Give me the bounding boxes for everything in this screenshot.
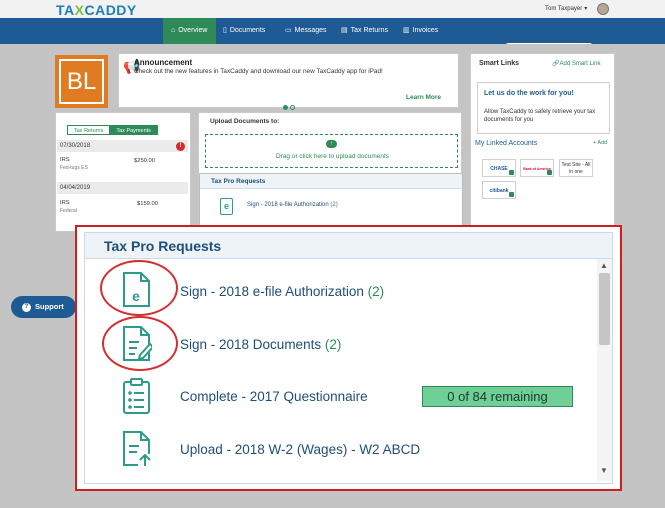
payments-tabs: Tax Returns Tax Payments [67,119,158,137]
efile-document-icon: e [220,198,233,215]
chevron-down-icon: ▾ [584,6,588,12]
scroll-down-icon[interactable]: ▼ [600,466,608,475]
message-icon: ▭ [285,27,292,34]
upload-title: Upload Documents to: [210,118,280,125]
nav-item-overview[interactable]: ⌂ Overview [163,18,216,44]
remaining-badge: 0 of 84 remaining [422,386,573,407]
avatar[interactable] [597,3,609,15]
linked-accounts-title: My Linked Accounts [475,140,538,147]
tax-returns-icon: ▤ [341,27,348,34]
payment-payee-1: IRS [60,157,70,163]
bank-chase[interactable]: CHASE [482,159,516,177]
mini-requests-title: Tax Pro Requests [200,174,462,189]
mini-request-item[interactable]: Sign - 2018 e-file Authorization (2) [247,202,338,208]
request-item-upload-w2[interactable]: Upload - 2018 W-2 (Wages) - W2 ABCD [180,442,420,457]
scrollbar-thumb[interactable] [599,273,610,345]
app-window: TAXCADDY Tom Taxpayer ▾ ⌂ Overview ▯ Docume… [0,0,665,508]
support-button[interactable]: ? Support [11,296,76,318]
check-icon [547,170,552,175]
tab-tax-payments[interactable]: Tax Payments [109,125,158,135]
bank-test-site[interactable]: Test Site - All in one [559,159,593,177]
payment-date-1: 07/30/2018 [57,140,188,152]
alert-icon: ! [176,142,185,151]
carousel-dot-active[interactable] [283,105,288,110]
invoice-icon: ▥ [403,27,410,34]
add-linked-account-button[interactable]: + Add [593,140,607,146]
smart-links-title: Smart Links [479,60,520,67]
payment-detail-1: Fed-tugs ES [60,165,88,171]
smart-link-promo-text: Allow TaxCaddy to safely retrieve your t… [484,109,596,123]
cloud-upload-icon: ↑ [326,140,337,148]
tab-tax-returns[interactable]: Tax Returns [67,125,111,135]
request-item-efile[interactable]: Sign - 2018 e-file Authorization (2) [180,284,384,299]
check-icon [509,170,514,175]
payment-amount-2: $159.00 [137,201,158,207]
announcement-text: Check out the new features in TaxCaddy a… [134,68,383,75]
upload-document-icon [123,431,152,467]
scroll-up-icon[interactable]: ▲ [600,261,608,270]
payment-amount-1: $250.00 [134,158,155,164]
firm-logo: BL [55,55,108,108]
bank-citibank[interactable]: citibank [482,181,516,199]
request-item-questionnaire[interactable]: Complete - 2017 Questionnaire [180,389,368,404]
questionnaire-clipboard-icon [123,378,150,414]
bank-of-america[interactable]: Bank of America [520,159,554,177]
payment-date-2: 04/04/2019 [57,182,188,194]
payment-detail-2: Federal [60,208,77,214]
nav-item-messages[interactable]: ▭ Messages [285,18,327,44]
taxcaddy-logo[interactable]: TAXCADDY [56,2,137,18]
upload-dropzone-text: Drag or click here to upload documents [275,153,390,160]
nav-item-tax-returns[interactable]: ▤ Tax Returns [341,18,388,44]
main-nav: ⌂ Overview ▯ Documents ▭ Messages ▤ Tax Retu… [0,18,665,55]
payment-payee-2: IRS [60,200,70,206]
announcement-title: Announcement [134,58,193,67]
nav-item-documents[interactable]: ▯ Documents [223,18,265,44]
highlight-circle [102,316,178,371]
tax-pro-requests-title: Tax Pro Requests [84,232,613,259]
question-icon: ? [22,303,31,312]
user-name: Tom Taxpayer [545,6,583,12]
top-bar: TAXCADDY Tom Taxpayer ▾ [0,0,665,18]
firm-initials: BL [59,59,104,104]
user-menu[interactable]: Tom Taxpayer ▾ [545,5,587,12]
add-smart-link-button[interactable]: 🔗Add Smart Link [552,60,601,67]
tax-pro-requests-mini: Tax Pro Requests e Sign - 2018 e-file Au… [199,173,463,229]
home-icon: ⌂ [171,27,176,34]
carousel-dot[interactable] [290,105,295,110]
document-icon: ▯ [223,27,227,34]
check-icon [509,192,514,197]
upload-dropzone[interactable]: ↑ Drag or click here to upload documents [205,134,458,168]
smart-link-promo-title: Let us do the work for you! [484,90,574,97]
highlight-circle [100,260,178,316]
nav-item-invoices[interactable]: ▥ Invoices [403,18,438,44]
request-item-sign-documents[interactable]: Sign - 2018 Documents (2) [180,337,341,352]
learn-more-link[interactable]: Learn More [406,94,441,101]
